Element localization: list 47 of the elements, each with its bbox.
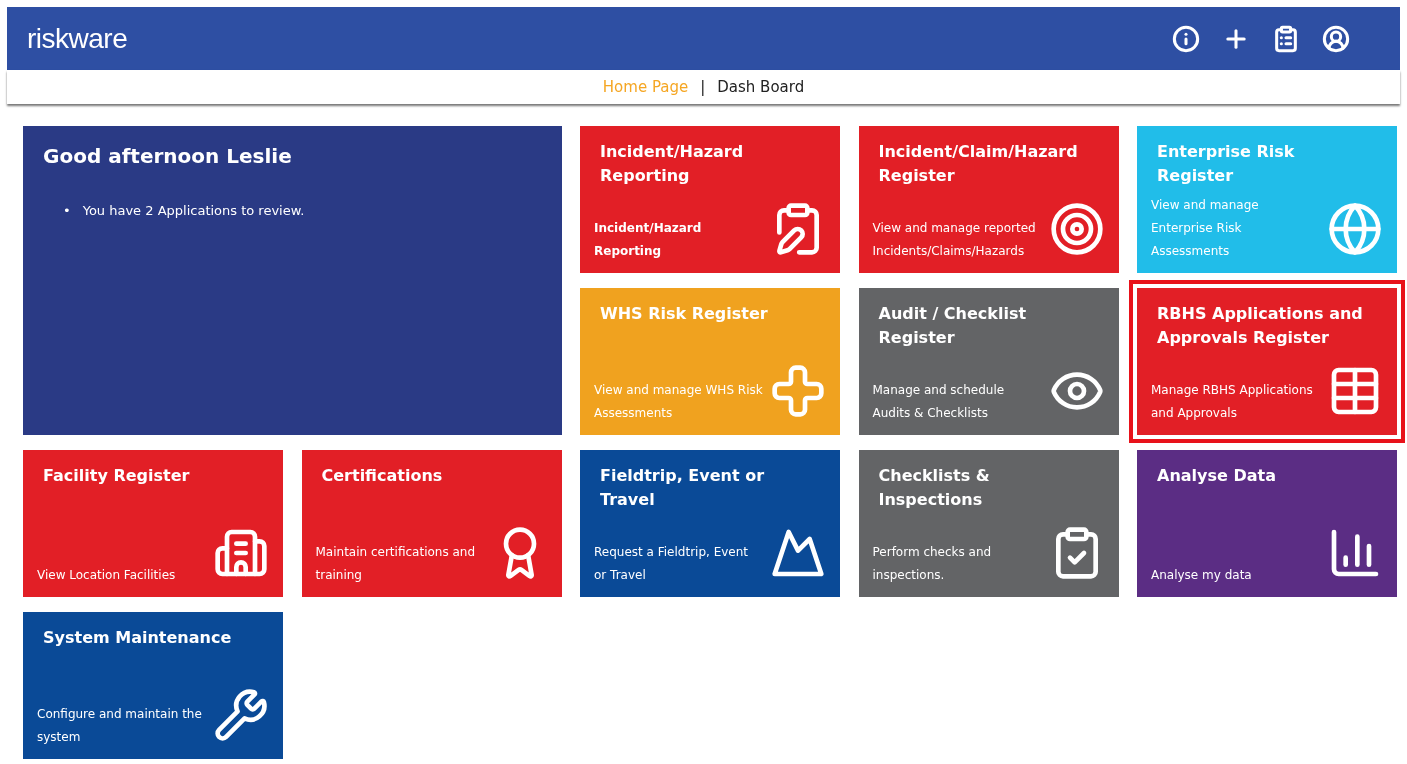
nav-link[interactable]: Dash Board [717, 78, 805, 96]
user-icon[interactable] [1322, 24, 1350, 53]
bullet: • [63, 202, 71, 220]
tile-title: Enterprise Risk Register [1157, 141, 1296, 187]
tile-description: View Location Facilities [37, 567, 176, 584]
module-tile[interactable]: Checklists & Inspections Perform checks and inspections. [858, 450, 1119, 597]
tile-title: Incident/Claim/Hazard Register [878, 141, 1079, 187]
tile-description: Analyse my data [1151, 567, 1252, 584]
target-icon [1048, 201, 1105, 257]
tile-description: Manage RBHS Applications and Approvals [1151, 382, 1314, 422]
tile-description: Request a Fieldtrip, Event or Travel [594, 544, 750, 584]
module-tile[interactable]: Fieldtrip, Event or Travel Request a Fieldtrip, Event or Travel [580, 450, 840, 597]
cross-icon [770, 363, 826, 419]
tile-description: View and manage reported Incidents/Claims/Hazards [872, 220, 1037, 260]
module-tile[interactable]: Certifications Maintain certifications and training [301, 450, 562, 597]
tile-title: Fieldtrip, Event or Travel [600, 465, 766, 511]
module-tile[interactable]: RBHS Applications and Approvals Register Manage RBHS Applications and Approvals [1129, 280, 1405, 443]
tile-description: Incident/Hazard Reporting [594, 220, 703, 260]
module-tile[interactable]: Audit / Checklist Register Manage and schedule Audits & Checklists [858, 288, 1119, 435]
clipboard-icon[interactable] [1272, 24, 1300, 53]
wrench-icon [213, 687, 269, 743]
module-tile[interactable]: Facility Register View Location Facilities [23, 450, 283, 597]
module-tile[interactable]: Incident/Claim/Hazard Register View and manage reported Incidents/Claims/Hazards [858, 126, 1119, 273]
tile-description: View and manage Enterprise Risk Assessments [1151, 197, 1260, 260]
tile-description: Manage and schedule Audits & Checklists [872, 382, 1006, 422]
globe-icon [1327, 201, 1383, 257]
logo[interactable]: riskware [27, 22, 128, 55]
tile-title: Facility Register [43, 465, 191, 487]
tile-title: Checklists & Inspections [878, 465, 991, 511]
module-tile[interactable]: Incident/Hazard Reporting Incident/Hazard Reporting [580, 126, 840, 273]
tile-description: Maintain certifications and training [315, 544, 477, 584]
module-tile[interactable]: System Maintenance Configure and maintain the system [23, 612, 283, 759]
tile-title: Analyse Data [1157, 465, 1277, 487]
tile-description: View and manage WHS Risk Assessments [594, 382, 764, 422]
greeting: Good afternoon Leslie [43, 144, 293, 168]
tile-title: Incident/Hazard Reporting [600, 141, 745, 187]
module-tile[interactable]: Analyse Data Analyse my data [1137, 450, 1397, 597]
tile-title: System Maintenance [43, 627, 233, 649]
tile-title: RBHS Applications and Approvals Register [1157, 303, 1364, 349]
tile-description: Configure and maintain the system [37, 706, 203, 746]
tile-title: Audit / Checklist Register [878, 303, 1028, 349]
tile-title: Certifications [321, 465, 444, 487]
nav-separator: | [700, 78, 706, 96]
tile-title: WHS Risk Register [600, 303, 769, 325]
notice-text: You have 2 Applications to review. [82, 202, 305, 220]
tile-description: Perform checks and inspections. [872, 544, 993, 584]
info-icon[interactable] [1172, 24, 1200, 53]
